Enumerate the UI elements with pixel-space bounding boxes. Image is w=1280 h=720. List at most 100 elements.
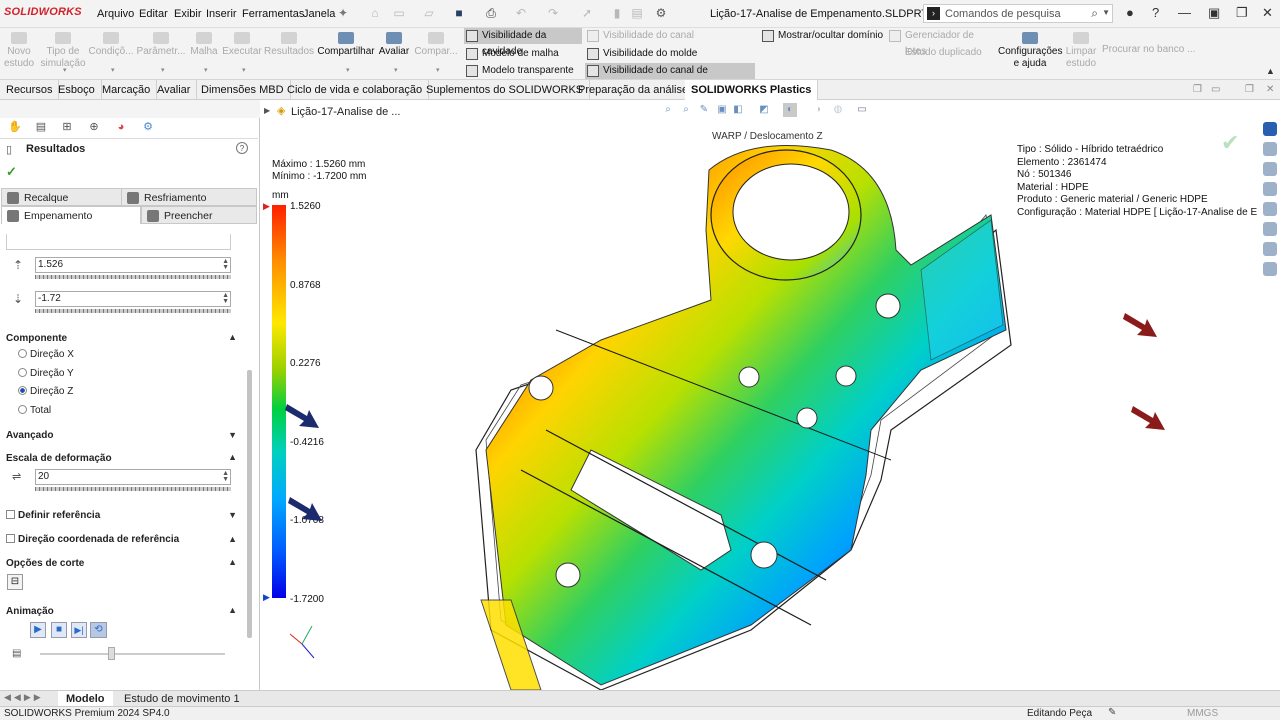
tab-nav-arrows-icon[interactable]: ◀◀▶▶ <box>4 692 44 703</box>
collapse-ribbon-icon[interactable]: ▲ <box>1266 66 1275 76</box>
ok-check-button[interactable]: ✓ <box>6 164 17 180</box>
results-button[interactable]: Resultados <box>264 28 314 80</box>
section-opcoes-corte[interactable]: Opções de corte <box>6 558 84 569</box>
pin-icon[interactable]: ✦ <box>336 6 350 20</box>
new-study-button[interactable]: Novo estudo <box>2 28 36 80</box>
section-plane-button[interactable]: ⊟ <box>7 574 23 590</box>
spin-arrows-icon[interactable]: ▲ ▼ <box>222 292 229 305</box>
tab-recalque[interactable]: Recalque <box>1 188 123 206</box>
tab-preencher[interactable]: Preencher <box>141 206 257 224</box>
conditions-button[interactable]: Condiçõ... ▾ <box>88 28 134 80</box>
tab-marcacao[interactable]: Marcação <box>96 80 158 100</box>
duplicate-study-button[interactable]: Estudo duplicado <box>887 45 995 61</box>
tab-preparacao-analise[interactable]: Preparação da análise <box>572 80 696 100</box>
settings-help-button[interactable]: Configurações e ajuda <box>998 28 1062 80</box>
new-file-icon[interactable]: ▭ <box>392 6 406 20</box>
tab-avaliar[interactable]: Avaliar <box>151 80 198 100</box>
notes-icon[interactable] <box>1263 262 1277 276</box>
tab-ciclo-de-vida[interactable]: Ciclo de vida e colaboração <box>281 80 430 100</box>
restore-icon[interactable]: ❐ <box>1236 5 1248 21</box>
chevron-down-icon[interactable]: ▼ <box>228 430 237 440</box>
chevron-up-icon[interactable]: ▲ <box>228 332 237 342</box>
viewport-maximize-icon[interactable]: ❐ <box>1245 84 1254 95</box>
zoom-area-icon[interactable]: ⌕ <box>679 103 693 117</box>
mold-visibility-toggle[interactable]: Visibilidade do molde <box>585 46 755 62</box>
rebuild-icon[interactable]: ▮ <box>610 6 624 20</box>
search-input[interactable]: Comandos de pesquisa <box>945 8 1061 20</box>
minimize-icon[interactable]: — <box>1178 5 1191 20</box>
redo-icon[interactable]: ↷ <box>546 6 560 20</box>
chevron-up-icon[interactable]: ▲ <box>228 605 237 615</box>
undo-icon[interactable]: ↶ <box>514 6 528 20</box>
tab-empenamento[interactable]: Empenamento <box>1 206 141 224</box>
appearances-icon[interactable] <box>1263 202 1277 216</box>
command-search[interactable]: › Comandos de pesquisa ⌕ ▼ <box>923 4 1113 23</box>
display-style-icon[interactable]: ◩ <box>757 103 771 117</box>
spin-arrows-icon[interactable]: ▲ ▼ <box>222 470 229 483</box>
graphics-viewport[interactable]: ▶ ◈ Lição-17-Analise de ... ⌕ ⌕ ✎ ▣ ◧ ◩ … <box>261 100 1280 690</box>
design-library-icon[interactable] <box>1263 142 1277 156</box>
user-avatar-icon[interactable]: ● <box>1126 5 1134 20</box>
batch-manager-button[interactable]: Gerenciador de lotes <box>887 28 995 57</box>
help-icon[interactable]: ? <box>1152 5 1159 20</box>
share-button[interactable]: Compartilhar ▾ <box>317 28 375 80</box>
appearance-icon[interactable]: ◕ <box>112 120 130 135</box>
panel-scrollbar[interactable] <box>247 370 252 638</box>
menu-ferramentas[interactable]: Ferramentas <box>242 8 304 20</box>
cavity-visibility-toggle[interactable]: Visibilidade da cavidade <box>464 28 582 57</box>
chevron-up-icon[interactable]: ▲ <box>228 534 237 544</box>
close-icon[interactable]: ✕ <box>1262 5 1273 21</box>
cooling-channel-visibility-toggle[interactable]: Visibilidade do canal de resfriamento <box>585 63 755 92</box>
help-button[interactable]: ? <box>236 142 248 154</box>
min-value-slider[interactable] <box>35 309 231 313</box>
file-explorer-icon[interactable] <box>1263 162 1277 176</box>
radio-total[interactable]: Total <box>18 405 51 416</box>
clean-study-button[interactable]: Limpar estudo <box>1063 28 1099 80</box>
select-icon[interactable]: ➚ <box>580 6 594 20</box>
reference-coordinate-checkbox[interactable]: Direção coordenada de referência <box>6 534 179 545</box>
view-orientation-icon[interactable]: ◧ <box>731 103 745 117</box>
min-value-input[interactable]: -1.72 ▲ ▼ <box>35 291 231 307</box>
section-componente[interactable]: Componente <box>6 333 67 344</box>
tab-modelo[interactable]: Modelo <box>58 691 113 707</box>
mesh-model-toggle[interactable]: Modelo de malha <box>464 46 582 62</box>
tab-recursos[interactable]: Recursos <box>0 80 60 100</box>
run-button[interactable]: Executar ▾ <box>222 28 262 80</box>
section-animacao[interactable]: Animação <box>6 606 54 617</box>
feature-manager-icon[interactable]: ✋ <box>6 120 24 135</box>
animation-speed-thumb[interactable] <box>108 647 115 660</box>
chevron-up-icon[interactable]: ▲ <box>228 557 237 567</box>
tab-solidworks-plastics[interactable]: SOLIDWORKS Plastics <box>685 80 819 100</box>
section-escala-deformacao[interactable]: Escala de deformação <box>6 453 112 464</box>
solidworks-resources-icon[interactable] <box>1263 122 1277 136</box>
tab-dimensoes-mbd[interactable]: Dimensões MBD <box>195 80 291 100</box>
confirm-corner-check-icon[interactable]: ✔ <box>1221 130 1239 156</box>
animation-speed-slider[interactable] <box>40 653 225 655</box>
max-value-slider[interactable] <box>35 275 231 279</box>
menu-inserir[interactable]: Inserir <box>206 8 237 20</box>
previous-view-icon[interactable]: ✎ <box>697 103 711 117</box>
config-manager-icon[interactable]: ⊞ <box>58 120 76 135</box>
define-reference-checkbox[interactable]: Definir referência <box>6 510 100 521</box>
view-palette-icon[interactable] <box>1263 182 1277 196</box>
menu-arquivo[interactable]: Arquivo <box>97 8 134 20</box>
tree-part-name[interactable]: Lição-17-Analise de ... <box>291 106 400 118</box>
menu-editar[interactable]: Editar <box>139 8 168 20</box>
home-icon[interactable]: ⌂ <box>368 6 382 20</box>
rebuild-status-icon[interactable]: ✎ <box>1108 707 1116 718</box>
viewport-close-icon[interactable]: ✕ <box>1266 84 1274 95</box>
viewport-tile-icon[interactable]: ▭ <box>1211 84 1220 95</box>
play-icon[interactable]: ▶ <box>30 622 46 638</box>
save-icon[interactable]: ■ <box>452 6 466 20</box>
hide-show-icon[interactable]: ◐ <box>783 103 797 117</box>
tab-suplementos[interactable]: Suplementos do SOLIDWORKS <box>420 80 591 100</box>
max-value-input[interactable]: 1.526 ▲ ▼ <box>35 257 231 273</box>
section-view-icon[interactable]: ▣ <box>715 103 729 117</box>
file-props-icon[interactable]: ▤ <box>630 6 644 20</box>
edit-appearance-icon[interactable]: ◑ <box>811 103 825 117</box>
spin-arrows-icon[interactable]: ▲ ▼ <box>222 258 229 271</box>
plastics-manager-icon[interactable]: ⚙ <box>139 120 157 135</box>
viewport-restore-icon[interactable]: ❐ <box>1193 84 1202 95</box>
transparent-model-toggle[interactable]: Modelo transparente <box>464 63 582 79</box>
tab-resfriamento[interactable]: Resfriamento <box>121 188 257 206</box>
